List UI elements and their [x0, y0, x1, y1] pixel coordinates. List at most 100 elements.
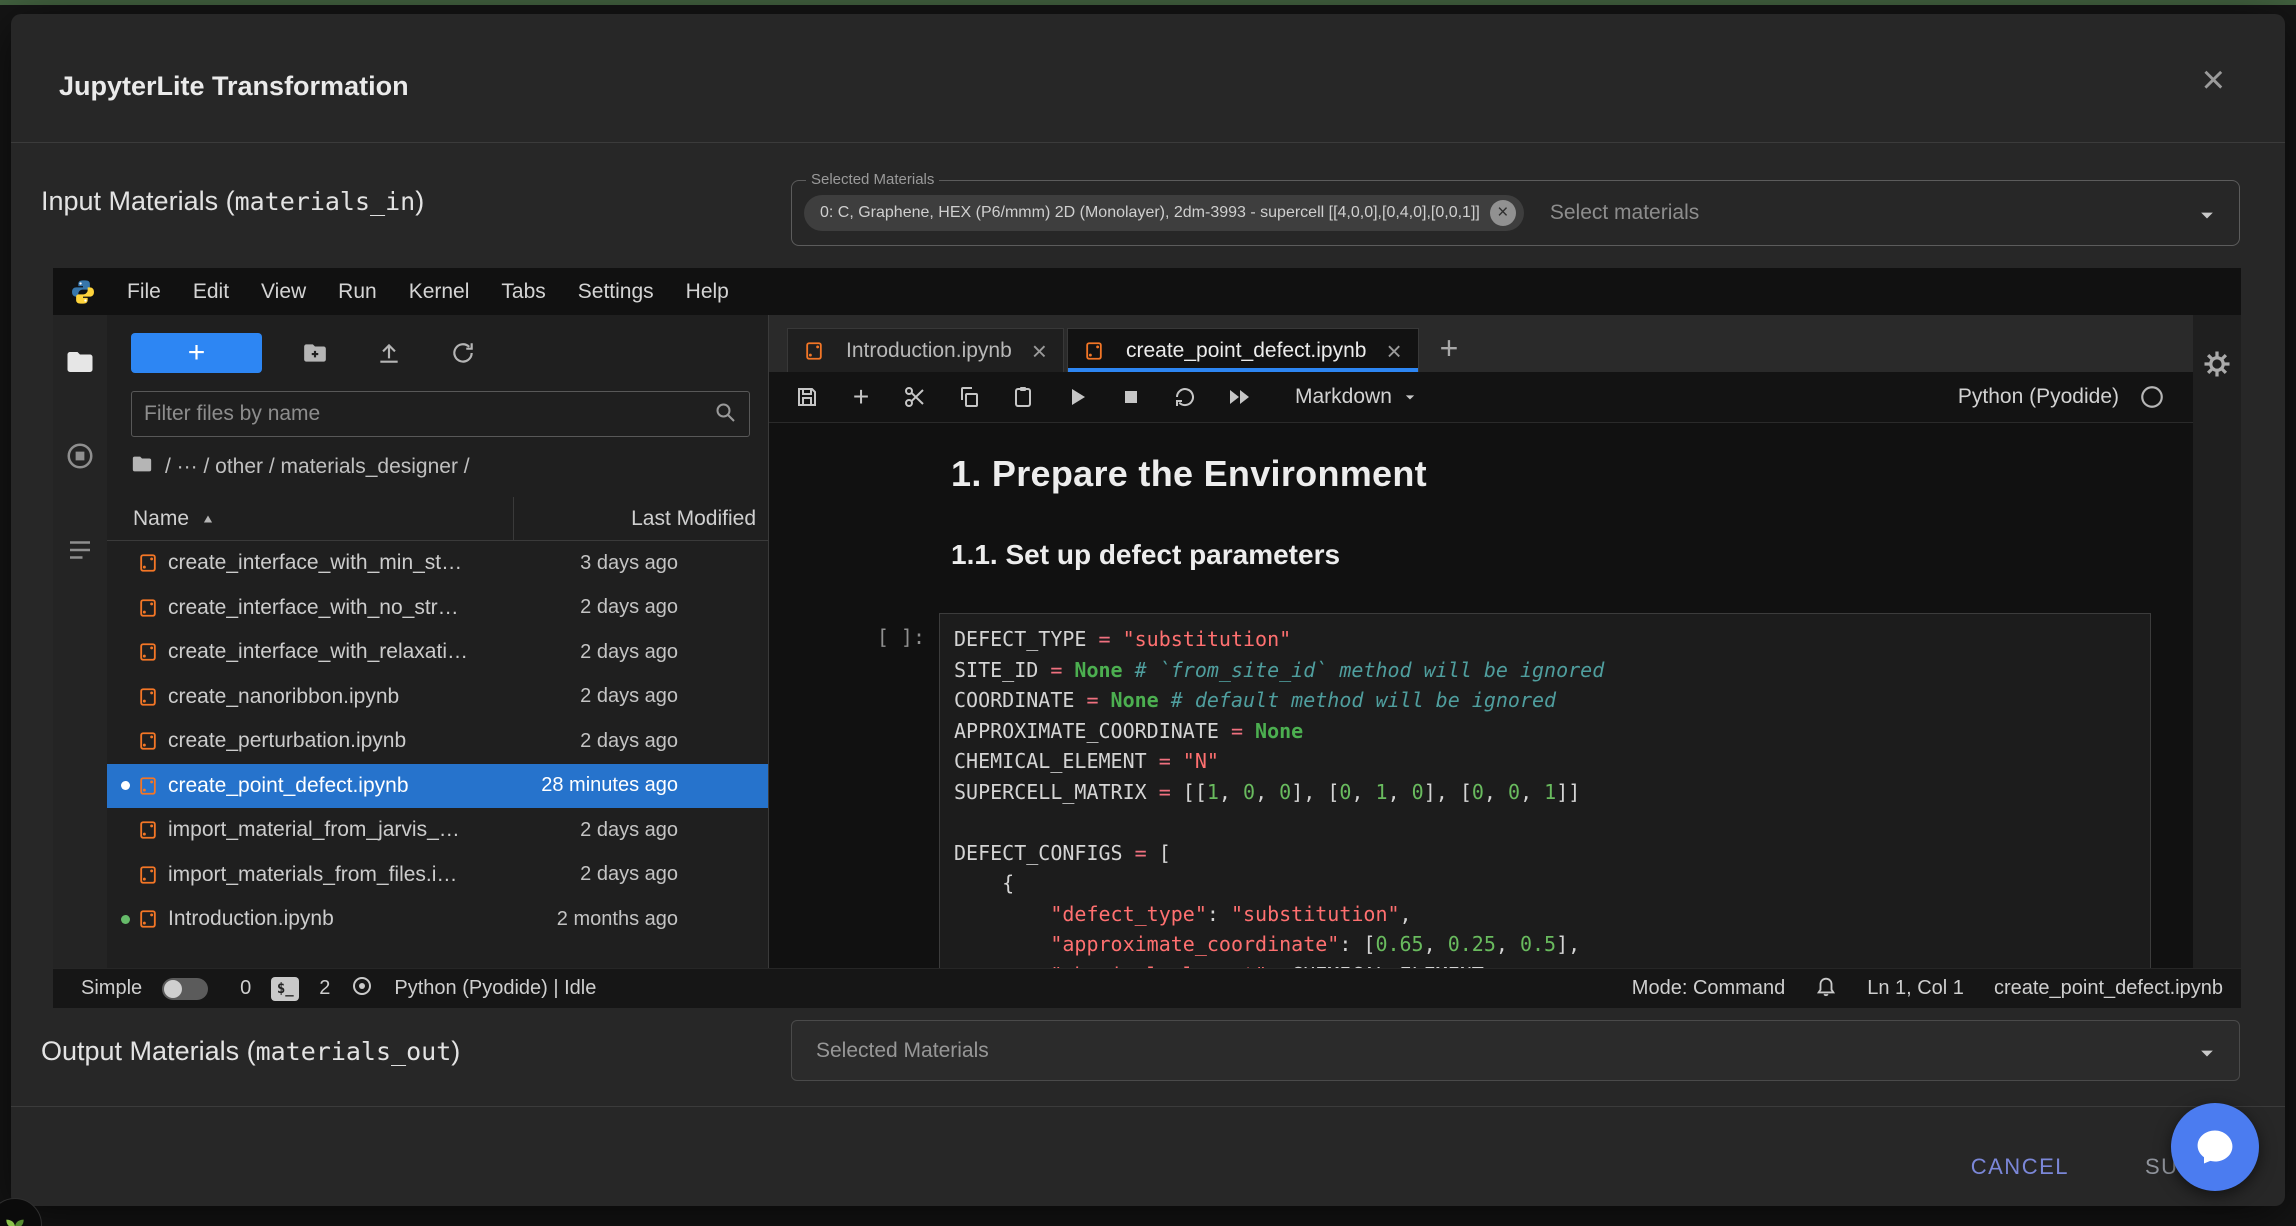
dialog-title: JupyterLite Transformation: [59, 71, 409, 102]
mode-indicator[interactable]: Mode: Command: [1632, 977, 1785, 1000]
file-row[interactable]: create_perturbation.ipynb2 days ago: [107, 719, 768, 764]
notebook-file-icon: [138, 776, 158, 796]
file-modified: 2 days ago: [514, 641, 768, 664]
tab-introduction[interactable]: Introduction.ipynb ×: [787, 328, 1064, 372]
simple-toggle[interactable]: [162, 978, 208, 1000]
kernel-count[interactable]: 2: [319, 977, 330, 1000]
file-row[interactable]: import_material_from_jarvis_…2 days ago: [107, 808, 768, 853]
chevron-down-icon[interactable]: [2193, 201, 2221, 234]
upload-icon[interactable]: [376, 340, 402, 366]
terminal-count[interactable]: 0: [240, 977, 251, 1000]
run-icon[interactable]: [1065, 385, 1089, 409]
file-status-dot-empty: [121, 692, 130, 701]
file-modified: 2 days ago: [514, 819, 768, 842]
file-browser-icon[interactable]: [65, 347, 95, 377]
cell-type-dropdown[interactable]: Markdown: [1295, 385, 1420, 409]
left-activity-bar: [53, 315, 107, 968]
file-name: create_interface_with_relaxati…: [168, 640, 514, 664]
chat-bubble-button[interactable]: [2171, 1103, 2259, 1191]
file-browser-panel: + / ··· / other / materials_designer / N…: [107, 315, 769, 968]
output-materials-label: Output Materials (materials_out): [41, 1036, 460, 1067]
file-modified: 28 minutes ago: [514, 774, 768, 797]
output-materials-select[interactable]: Selected Materials: [791, 1020, 2240, 1081]
file-status-dot-empty: [121, 870, 130, 879]
toggle-knob: [164, 980, 182, 998]
table-of-contents-icon[interactable]: [65, 535, 95, 565]
breadcrumb[interactable]: / ··· / other / materials_designer /: [107, 437, 768, 489]
file-row[interactable]: create_nanoribbon.ipynb2 days ago: [107, 675, 768, 720]
menu-kernel[interactable]: Kernel: [393, 268, 486, 315]
save-icon[interactable]: [795, 385, 819, 409]
tab-create-point-defect[interactable]: create_point_defect.ipynb ×: [1067, 328, 1419, 372]
running-kernels-icon[interactable]: [65, 441, 95, 471]
new-folder-icon[interactable]: [302, 340, 328, 366]
file-name: import_materials_from_files.i…: [168, 863, 514, 887]
column-name[interactable]: Name: [107, 497, 514, 540]
file-row[interactable]: create_interface_with_no_str…2 days ago: [107, 586, 768, 631]
close-tab-icon[interactable]: ×: [1032, 338, 1047, 364]
file-list-header[interactable]: Name Last Modified: [107, 497, 768, 541]
material-chip-text: 0: C, Graphene, HEX (P6/mmm) 2D (Monolay…: [820, 204, 1480, 222]
jupyter-menu-items: FileEditViewRunKernelTabsSettingsHelp: [111, 268, 745, 315]
menu-tabs[interactable]: Tabs: [485, 268, 561, 315]
restart-run-all-icon[interactable]: [1227, 385, 1251, 409]
code-editor-lines[interactable]: DEFECT_TYPE = "substitution"SITE_ID = No…: [939, 613, 2151, 968]
menu-view[interactable]: View: [245, 268, 322, 315]
code-line: CHEMICAL_ELEMENT = "N": [954, 746, 2136, 777]
restart-kernel-icon[interactable]: [1173, 385, 1197, 409]
cut-icon[interactable]: [903, 385, 927, 409]
menu-edit[interactable]: Edit: [177, 268, 245, 315]
filter-files-input[interactable]: [144, 402, 713, 426]
file-row[interactable]: create_interface_with_min_st…3 days ago: [107, 541, 768, 586]
notebook-file-icon: [138, 553, 158, 573]
menu-settings[interactable]: Settings: [562, 268, 670, 315]
column-last-modified[interactable]: Last Modified: [514, 507, 768, 531]
tab-bar: Introduction.ipynb × create_point_defect…: [769, 315, 2193, 372]
markdown-h2: 1.1. Set up defect parameters: [951, 539, 2193, 571]
code-cell[interactable]: [ ]: DEFECT_TYPE = "substitution"SITE_ID…: [769, 613, 2193, 968]
chip-remove-icon[interactable]: ×: [1490, 200, 1516, 226]
file-status-dot-empty: [121, 559, 130, 568]
new-tab-icon[interactable]: +: [1440, 332, 1459, 364]
file-row[interactable]: Introduction.ipynb2 months ago: [107, 897, 768, 942]
kernel-status-icon: [2139, 384, 2165, 410]
add-cell-icon[interactable]: +: [849, 385, 873, 409]
code-line: "approximate_coordinate": [0.65, 0.25, 0…: [954, 929, 2136, 960]
notebook-file-icon: [138, 820, 158, 840]
file-modified: 2 days ago: [514, 863, 768, 886]
refresh-icon[interactable]: [450, 340, 476, 366]
new-launcher-button[interactable]: +: [131, 333, 262, 373]
python-logo-icon[interactable]: [69, 278, 97, 306]
copy-icon[interactable]: [957, 385, 981, 409]
notebook-file-icon: [138, 909, 158, 929]
code-line: DEFECT_CONFIGS = [: [954, 838, 2136, 869]
close-icon[interactable]: ×: [2202, 60, 2225, 100]
input-materials-select[interactable]: Selected Materials 0: C, Graphene, HEX (…: [791, 180, 2240, 246]
kernel-status[interactable]: Python (Pyodide) | Idle: [394, 977, 596, 1000]
folder-icon[interactable]: [131, 453, 153, 481]
notebook-toolbar: + Markdown Python (Pyodide): [769, 372, 2193, 423]
menu-file[interactable]: File: [111, 268, 177, 315]
bell-icon[interactable]: [1815, 975, 1837, 1003]
close-tab-icon[interactable]: ×: [1386, 338, 1401, 364]
chevron-down-icon[interactable]: [2193, 1039, 2221, 1073]
paste-icon[interactable]: [1011, 385, 1035, 409]
file-row[interactable]: import_materials_from_files.i…2 days ago: [107, 853, 768, 898]
gear-icon[interactable]: [2202, 349, 2232, 379]
file-status-dot: [121, 915, 130, 924]
menu-run[interactable]: Run: [322, 268, 393, 315]
filter-files-box[interactable]: [131, 391, 750, 437]
file-row[interactable]: create_point_defect.ipynb28 minutes ago: [107, 764, 768, 809]
cancel-button[interactable]: CANCEL: [1971, 1154, 2069, 1180]
stop-icon[interactable]: [1119, 385, 1143, 409]
menu-help[interactable]: Help: [670, 268, 745, 315]
file-row[interactable]: create_interface_with_relaxati…2 days ag…: [107, 630, 768, 675]
material-chip[interactable]: 0: C, Graphene, HEX (P6/mmm) 2D (Monolay…: [804, 195, 1524, 231]
file-modified: 2 months ago: [514, 908, 768, 931]
breadcrumb-path[interactable]: / ··· / other / materials_designer /: [165, 455, 470, 479]
file-status-dot-empty: [121, 648, 130, 657]
kernel-name[interactable]: Python (Pyodide): [1958, 385, 2119, 409]
cursor-position[interactable]: Ln 1, Col 1: [1867, 977, 1964, 1000]
right-sidebar: [2193, 315, 2241, 968]
code-line: "defect_type": "substitution",: [954, 899, 2136, 930]
